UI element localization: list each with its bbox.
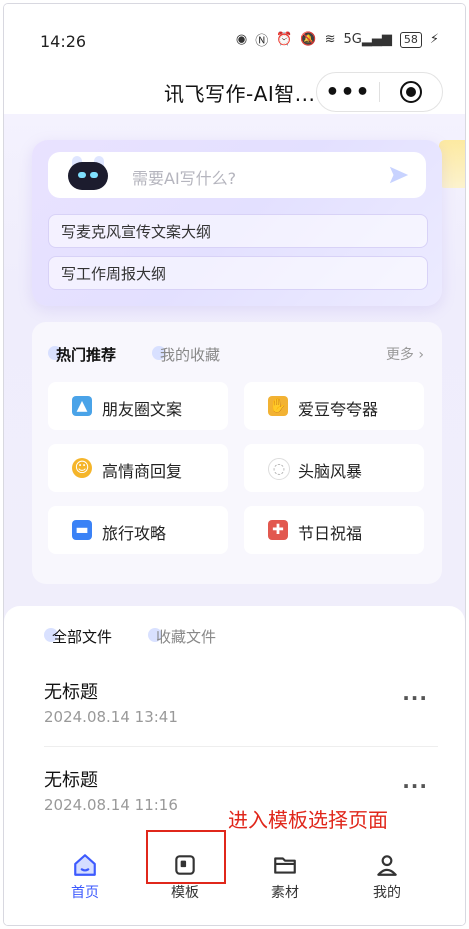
decorative-glow — [439, 140, 465, 188]
nfc-icon: Ⓝ — [255, 34, 269, 49]
template-item[interactable]: ◌ 头脑风暴 — [244, 444, 424, 492]
mute-icon: 🔕 — [300, 32, 317, 47]
ai-writing-card: 需要AI写什么? 写麦克风宣传文案大纲 写工作周报大纲 — [32, 140, 442, 306]
tab-favorite-files[interactable]: 收藏文件 — [148, 626, 216, 647]
more-options-icon[interactable]: ··· — [402, 686, 428, 710]
status-icons: ◉ Ⓝ ⏰ 🔕 ≋ 5G▂▄▆ 58 ⚡ — [236, 30, 439, 49]
more-dots-icon[interactable]: ••• — [317, 80, 379, 105]
template-item[interactable]: ▬ 旅行攻略 — [48, 506, 228, 554]
tab-all-files[interactable]: 全部文件 — [44, 626, 112, 647]
user-icon — [377, 855, 397, 876]
smile-face-icon: ☺ — [72, 458, 92, 478]
tab-mine[interactable]: 我的 — [352, 852, 422, 902]
template-item[interactable]: ☺ 高情商回复 — [48, 444, 228, 492]
tab-home[interactable]: 首页 — [50, 852, 120, 902]
page-title: 讯飞写作-AI智... — [164, 82, 316, 106]
robot-icon — [66, 156, 110, 192]
bottom-tab-bar: 首页 模板 素材 我的 — [4, 840, 465, 925]
car-icon: ▬ — [72, 520, 92, 540]
template-item[interactable]: ✚ 节日祝福 — [244, 506, 424, 554]
annotation-highlight-box — [146, 830, 226, 884]
alarm-icon: ⏰ — [276, 32, 293, 47]
tab-materials[interactable]: 素材 — [250, 852, 320, 902]
prompt-chip-label: 写麦克风宣传文案大纲 — [61, 223, 212, 241]
charging-icon: ⚡ — [429, 32, 439, 47]
file-name: 无标题 — [44, 770, 98, 791]
battery-indicator: 58 — [399, 31, 422, 48]
signal-icon: 5G▂▄▆ — [343, 32, 392, 47]
home-icon — [74, 854, 96, 876]
tab-my-favorites[interactable]: 我的收藏 — [152, 344, 220, 365]
mini-program-capsule: ••• — [316, 72, 443, 112]
recommend-panel: 热门推荐 我的收藏 更多 › ▲ 朋友圈文案 ✋ 爱豆夸夸器 ☺ 高情商回复 ◌… — [32, 322, 442, 584]
ask-placeholder: 需要AI写什么? — [132, 169, 237, 188]
thought-bubble-icon: ◌ — [268, 458, 290, 480]
eye-icon: ◉ — [235, 32, 248, 47]
hand-gesture-icon: ✋ — [268, 396, 288, 416]
ai-ask-input[interactable]: 需要AI写什么? — [48, 152, 426, 198]
prompt-chip-2[interactable]: 写工作周报大纲 — [48, 256, 428, 290]
app-frame: 14:26 ◉ Ⓝ ⏰ 🔕 ≋ 5G▂▄▆ 58 ⚡ 讯飞写作-AI智... •… — [4, 4, 465, 925]
folder-icon — [274, 857, 296, 874]
prompt-chip-1[interactable]: 写麦克风宣传文案大纲 — [48, 214, 428, 248]
template-item[interactable]: ▲ 朋友圈文案 — [48, 382, 228, 430]
template-item[interactable]: ✋ 爱豆夸夸器 — [244, 382, 424, 430]
file-name: 无标题 — [44, 682, 98, 703]
annotation-text: 进入模板选择页面 — [228, 808, 388, 832]
nav-bar: 讯飞写作-AI智... ••• — [4, 64, 465, 114]
tab-hot[interactable]: 热门推荐 — [48, 344, 116, 365]
wifi-icon: ≋ — [324, 32, 336, 47]
send-icon[interactable] — [388, 164, 410, 186]
file-date: 2024.08.14 11:16 — [44, 796, 178, 814]
file-date: 2024.08.14 13:41 — [44, 708, 178, 726]
landscape-icon: ▲ — [72, 396, 92, 416]
more-link[interactable]: 更多 › — [386, 344, 424, 364]
prompt-chip-label: 写工作周报大纲 — [61, 265, 167, 283]
more-options-icon[interactable]: ··· — [402, 774, 428, 798]
status-time: 14:26 — [40, 32, 87, 51]
file-row[interactable]: 无标题 2024.08.14 13:41 ··· — [44, 666, 438, 747]
gift-icon: ✚ — [268, 520, 288, 540]
target-close-icon[interactable] — [380, 81, 442, 103]
